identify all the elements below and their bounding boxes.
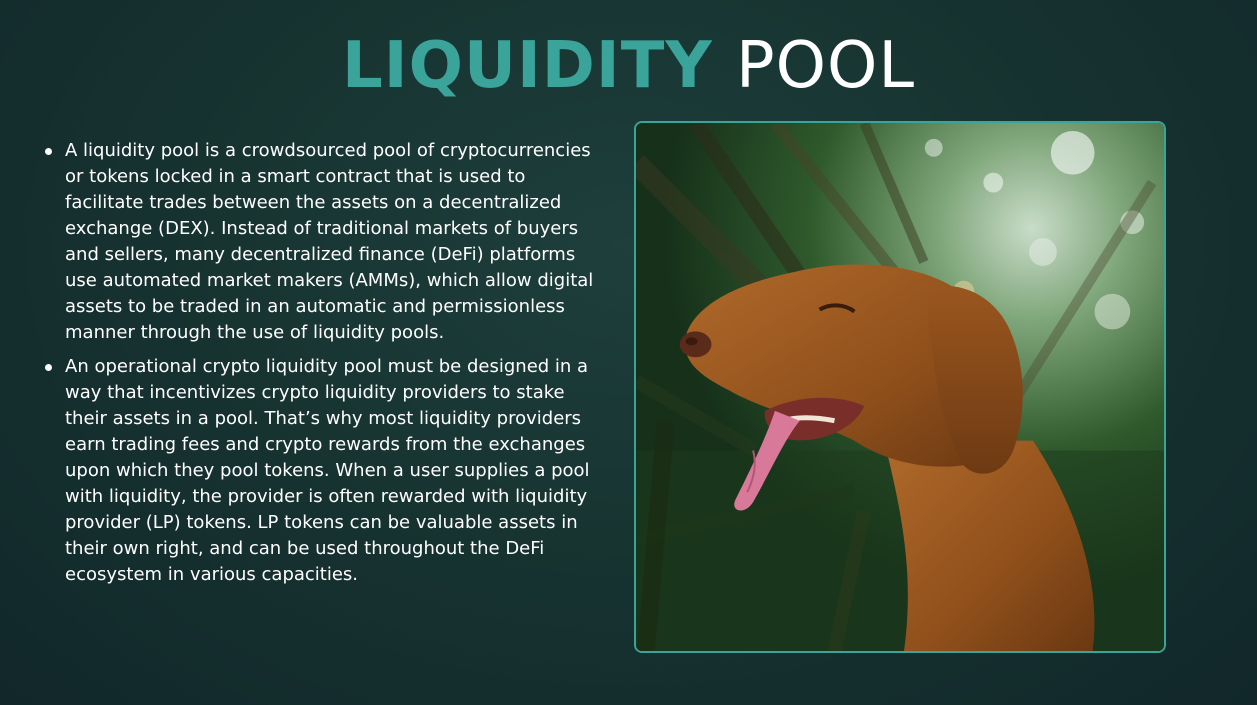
bullet-dot-icon (45, 364, 52, 371)
bullet-list: A liquidity pool is a crowdsourced pool … (45, 138, 600, 596)
bullet-text: An operational crypto liquidity pool mus… (65, 356, 590, 585)
bullet-text: A liquidity pool is a crowdsourced pool … (65, 140, 594, 343)
title-accent-word: LIQUIDITY (342, 29, 713, 103)
dog-photo-illustration (636, 123, 1164, 651)
slide-title: LIQUIDITY POOL (0, 28, 1257, 104)
bullet-item: An operational crypto liquidity pool mus… (45, 354, 600, 588)
dog-photo (634, 121, 1166, 653)
bullet-dot-icon (45, 148, 52, 155)
title-rest-word: POOL (736, 29, 915, 103)
bullet-item: A liquidity pool is a crowdsourced pool … (45, 138, 600, 346)
